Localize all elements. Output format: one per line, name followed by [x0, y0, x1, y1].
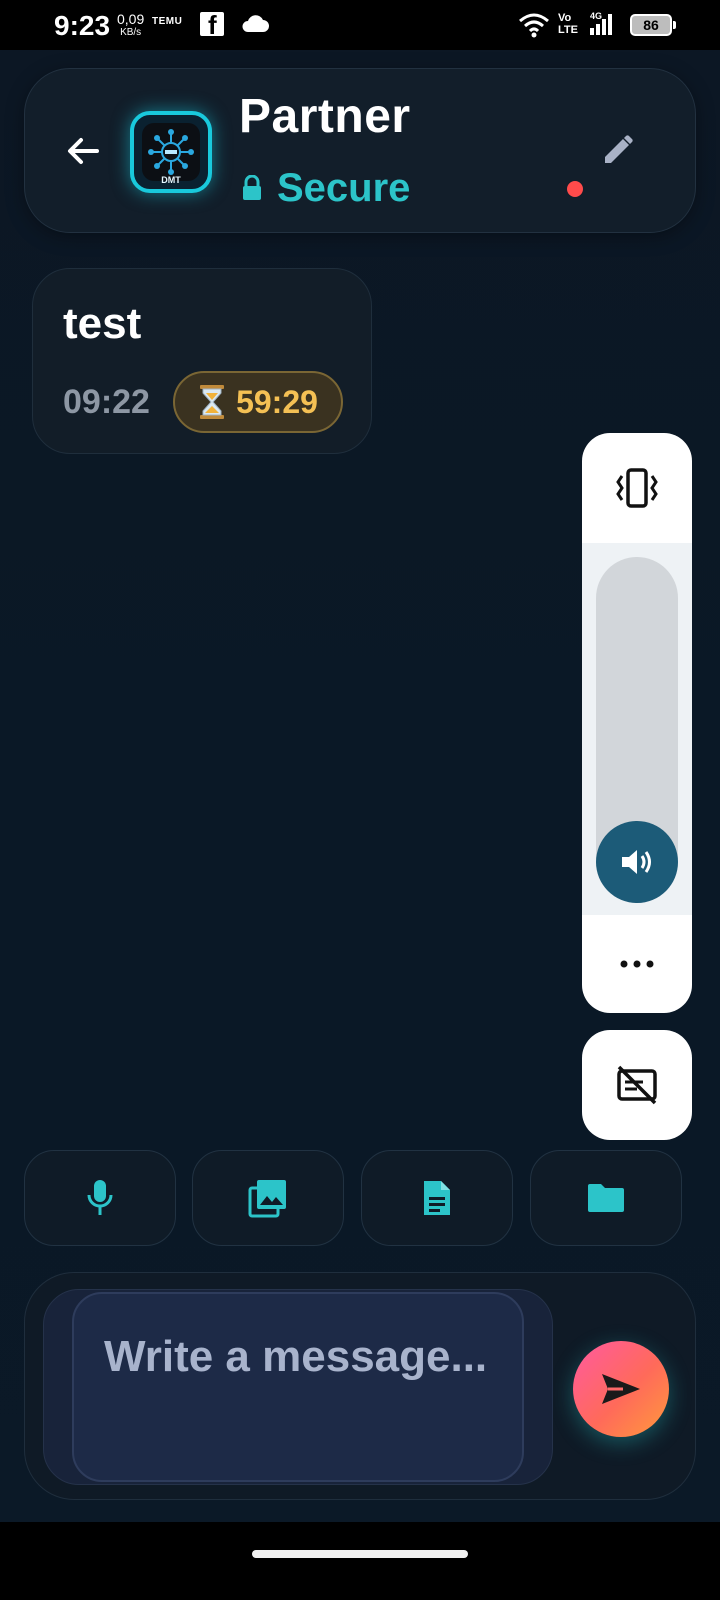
avatar-label: DMT [161, 175, 181, 185]
send-button[interactable] [573, 1341, 669, 1437]
message-input[interactable]: Write a message... [104, 1324, 504, 1390]
edit-pencil-icon[interactable] [597, 131, 637, 171]
message-composer: Write a message... [24, 1272, 696, 1500]
live-caption-button[interactable] [582, 1030, 692, 1140]
signal-icon [590, 14, 612, 35]
home-indicator[interactable] [252, 1550, 468, 1558]
battery-indicator: 86 [630, 14, 676, 36]
message-input-frame: Write a message... [43, 1289, 553, 1485]
navigation-bar [0, 1522, 720, 1600]
lock-icon [243, 175, 261, 200]
volume-slider-area [582, 543, 692, 915]
image-icon [248, 1180, 286, 1218]
gallery-button[interactable] [192, 1150, 344, 1246]
wifi-icon [519, 13, 549, 38]
message-text: test [63, 299, 142, 348]
folder-icon [588, 1184, 624, 1212]
chat-header: DMT Partner Secure [24, 68, 696, 233]
network-node-icon [148, 129, 194, 175]
speaker-icon [622, 850, 651, 874]
vibrate-toggle[interactable] [582, 433, 692, 543]
contact-name: Partner [239, 90, 411, 143]
avatar[interactable]: DMT [130, 111, 212, 193]
temu-notification-icon: TEMU [152, 16, 183, 27]
voice-record-button[interactable] [24, 1150, 176, 1246]
hourglass-icon [200, 385, 225, 419]
status-dot [567, 181, 583, 197]
security-status: Secure [241, 165, 410, 211]
back-arrow-icon[interactable] [63, 131, 103, 171]
message-input-box[interactable]: Write a message... [72, 1292, 524, 1482]
message-time: 09:22 [63, 383, 150, 421]
mic-icon [87, 1180, 113, 1215]
security-label: Secure [277, 165, 411, 210]
folder-button[interactable] [530, 1150, 682, 1246]
self-destruct-timer: 59:29 [173, 371, 343, 433]
timer-countdown: 59:29 [236, 383, 318, 420]
document-button[interactable] [361, 1150, 513, 1246]
vibrate-icon [616, 468, 658, 508]
net-speed-value: 0,09 [117, 11, 145, 27]
volte-bottom: LTE [558, 24, 578, 36]
captions-off-icon [617, 1065, 657, 1105]
volume-panel [582, 433, 692, 1013]
document-icon [424, 1181, 450, 1215]
message-bubble[interactable]: test 09:22 59:29 [32, 268, 372, 454]
volume-more-button[interactable] [582, 915, 692, 1013]
status-time: 9:23 [54, 10, 111, 41]
send-icon [602, 1374, 640, 1404]
net-speed-unit: KB/s [120, 27, 142, 38]
cloud-icon [242, 15, 269, 32]
volte-top: Vo [558, 12, 572, 24]
more-icon [620, 960, 654, 968]
facebook-icon: f [200, 10, 224, 40]
status-net-speed: 0,09 KB/s [117, 12, 144, 40]
volume-slider-knob[interactable] [596, 821, 678, 903]
status-bar: 9:23 0,09 KB/s TEMU f Vo LTE 4G 86 [0, 0, 720, 50]
avatar-background [142, 123, 200, 181]
volte-indicator: Vo LTE [558, 12, 578, 36]
